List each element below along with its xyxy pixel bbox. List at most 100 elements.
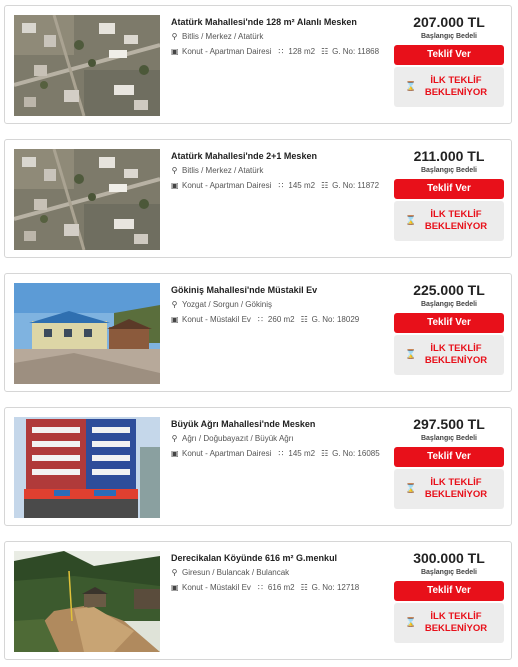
listing-gno: 16085 (357, 449, 380, 458)
waiting-text: İLK TEKLİF BEKLENİYOR (411, 209, 487, 233)
waiting-line-1: İLK TEKLİF (430, 75, 482, 86)
listing-price: 300.000 TL (413, 550, 485, 566)
listing-price: 225.000 TL (413, 282, 485, 298)
listing-area: 260 m2 (267, 315, 295, 324)
listing-card[interactable]: Atatürk Mahallesi'nde 128 m² Alanlı Mesk… (4, 5, 512, 124)
map-pin-icon: ⚲ (171, 300, 178, 309)
listing-card[interactable]: Derecikalan Köyünde 616 m² G.menkul ⚲ Gir… (4, 541, 512, 660)
listing-photo[interactable] (14, 149, 160, 250)
waiting-offer-button[interactable]: ⌛ İLK TEKLİF BEKLENİYOR (394, 201, 504, 241)
listing-area: 616 m2 (267, 583, 295, 592)
listing-title[interactable]: Derecikalan Köyünde 616 m² G.menkul (171, 552, 395, 564)
price-box: 297.500 TL Başlangıç Bedeli Teklif Ver ⌛… (394, 416, 504, 509)
waiting-line-2: BEKLENİYOR (424, 623, 488, 634)
hourglass-icon: ⌛ (405, 617, 417, 627)
listing-photo[interactable] (14, 551, 160, 652)
waiting-line-1: İLK TEKLİF (430, 343, 482, 354)
listing-location: Bitlis / Merkez / Atatürk (182, 32, 264, 41)
gno-label: G. No: (332, 449, 356, 458)
area-icon: ∷ (278, 181, 284, 190)
map-pin-icon: ⚲ (171, 568, 178, 577)
details-row: ▣ Konut - Müstakil Ev ∷ 616 m2 ☷ G. No: 12718 (171, 581, 395, 594)
price-box: 211.000 TL Başlangıç Bedeli Teklif Ver ⌛… (394, 148, 504, 241)
listing-title[interactable]: Atatürk Mahallesi'nde 128 m² Alanlı Mesk… (171, 16, 395, 28)
listing-card[interactable]: Atatürk Mahallesi'nde 2+1 Mesken ⚲ Bitlis… (4, 139, 512, 258)
listing-photo[interactable] (14, 15, 160, 116)
waiting-line-2: BEKLENİYOR (424, 489, 488, 500)
listing-info: Atatürk Mahallesi'nde 128 m² Alanlı Mesk… (171, 16, 395, 58)
building-icon: ▣ (171, 449, 179, 458)
price-label: Başlangıç Bedeli (420, 33, 478, 40)
waiting-text: İLK TEKLİF BEKLENİYOR (411, 477, 487, 501)
offer-button[interactable]: Teklif Ver (394, 581, 504, 601)
gno-label: G. No: (332, 47, 356, 56)
listing-gno: 18029 (336, 315, 360, 324)
listing-type: Konut - Müstakil Ev (182, 315, 251, 324)
map-pin-icon: ⚲ (171, 166, 178, 175)
apartment-photo (14, 417, 160, 518)
listing-price: 297.500 TL (413, 416, 485, 432)
listing-type: Konut - Apartman Dairesi (182, 47, 272, 56)
house-photo (14, 283, 160, 384)
listing-location: Bitlis / Merkez / Atatürk (182, 166, 264, 175)
listing-gno: 12718 (336, 583, 360, 592)
listing-location: Ağrı / Doğubayazıt / Büyük Ağrı (182, 434, 294, 443)
listing-info: Derecikalan Köyünde 616 m² G.menkul ⚲ Gir… (171, 552, 395, 594)
waiting-line-2: BEKLENİYOR (424, 221, 488, 232)
listing-card[interactable]: Gökiniş Mahallesi'nde Müstakil Ev ⚲ Yozga… (4, 273, 512, 392)
waiting-text: İLK TEKLİF BEKLENİYOR (411, 611, 487, 635)
listing-type: Konut - Apartman Dairesi (182, 449, 272, 458)
listing-type: Konut - Müstakil Ev (182, 583, 251, 592)
aerial-photo (14, 149, 160, 250)
location-row: ⚲ Bitlis / Merkez / Atatürk (171, 164, 395, 177)
map-pin-icon: ⚲ (171, 434, 178, 443)
waiting-offer-button[interactable]: ⌛ İLK TEKLİF BEKLENİYOR (394, 469, 504, 509)
price-box: 300.000 TL Başlangıç Bedeli Teklif Ver ⌛… (394, 550, 504, 643)
hourglass-icon: ⌛ (405, 215, 417, 225)
building-icon: ▣ (171, 47, 179, 56)
forest-photo (14, 551, 160, 652)
hourglass-icon: ⌛ (405, 483, 417, 493)
area-icon: ∷ (257, 583, 263, 592)
location-row: ⚲ Ağrı / Doğubayazıt / Büyük Ağrı (171, 432, 395, 445)
location-row: ⚲ Yozgat / Sorgun / Gökiniş (171, 298, 395, 311)
listing-gno: 11868 (357, 47, 380, 56)
listing-info: Gökiniş Mahallesi'nde Müstakil Ev ⚲ Yozga… (171, 284, 395, 326)
waiting-line-1: İLK TEKLİF (430, 209, 482, 220)
gno-label: G. No: (332, 181, 356, 190)
listing-photo[interactable] (14, 283, 160, 384)
location-row: ⚲ Giresun / Bulancak / Bulancak (171, 566, 395, 579)
id-icon: ☷ (300, 315, 308, 324)
listing-title[interactable]: Gökiniş Mahallesi'nde Müstakil Ev (171, 284, 395, 296)
waiting-offer-button[interactable]: ⌛ İLK TEKLİF BEKLENİYOR (394, 603, 504, 643)
details-row: ▣ Konut - Apartman Dairesi ∷ 145 m2 ☷ G. No: … (171, 179, 395, 192)
offer-button[interactable]: Teklif Ver (394, 313, 504, 333)
listing-price: 207.000 TL (413, 14, 485, 30)
listing-photo[interactable] (14, 417, 160, 518)
listing-gno: 11872 (357, 181, 380, 190)
map-pin-icon: ⚲ (171, 32, 178, 41)
id-icon: ☷ (321, 449, 329, 458)
gno-label: G. No: (311, 583, 335, 592)
id-icon: ☷ (321, 47, 329, 56)
offer-button[interactable]: Teklif Ver (394, 45, 504, 65)
listing-title[interactable]: Büyük Ağrı Mahallesi'nde Mesken (171, 418, 395, 430)
waiting-line-1: İLK TEKLİF (430, 611, 482, 622)
waiting-offer-button[interactable]: ⌛ İLK TEKLİF BEKLENİYOR (394, 335, 504, 375)
details-row: ▣ Konut - Apartman Dairesi ∷ 145 m2 ☷ G. No: … (171, 447, 395, 460)
price-label: Başlangıç Bedeli (420, 301, 478, 308)
price-label: Başlangıç Bedeli (420, 435, 478, 442)
listing-area: 145 m2 (288, 449, 316, 458)
price-box: 225.000 TL Başlangıç Bedeli Teklif Ver ⌛… (394, 282, 504, 375)
listing-card[interactable]: Büyük Ağrı Mahallesi'nde Mesken ⚲ Ağrı / … (4, 407, 512, 526)
waiting-offer-button[interactable]: ⌛ İLK TEKLİF BEKLENİYOR (394, 67, 504, 107)
waiting-line-2: BEKLENİYOR (424, 87, 488, 98)
location-row: ⚲ Bitlis / Merkez / Atatürk (171, 30, 395, 43)
gno-label: G. No: (311, 315, 335, 324)
building-icon: ▣ (171, 583, 179, 592)
listing-title[interactable]: Atatürk Mahallesi'nde 2+1 Mesken (171, 150, 395, 162)
building-icon: ▣ (171, 181, 179, 190)
waiting-line-2: BEKLENİYOR (424, 355, 488, 366)
offer-button[interactable]: Teklif Ver (394, 179, 504, 199)
offer-button[interactable]: Teklif Ver (394, 447, 504, 467)
